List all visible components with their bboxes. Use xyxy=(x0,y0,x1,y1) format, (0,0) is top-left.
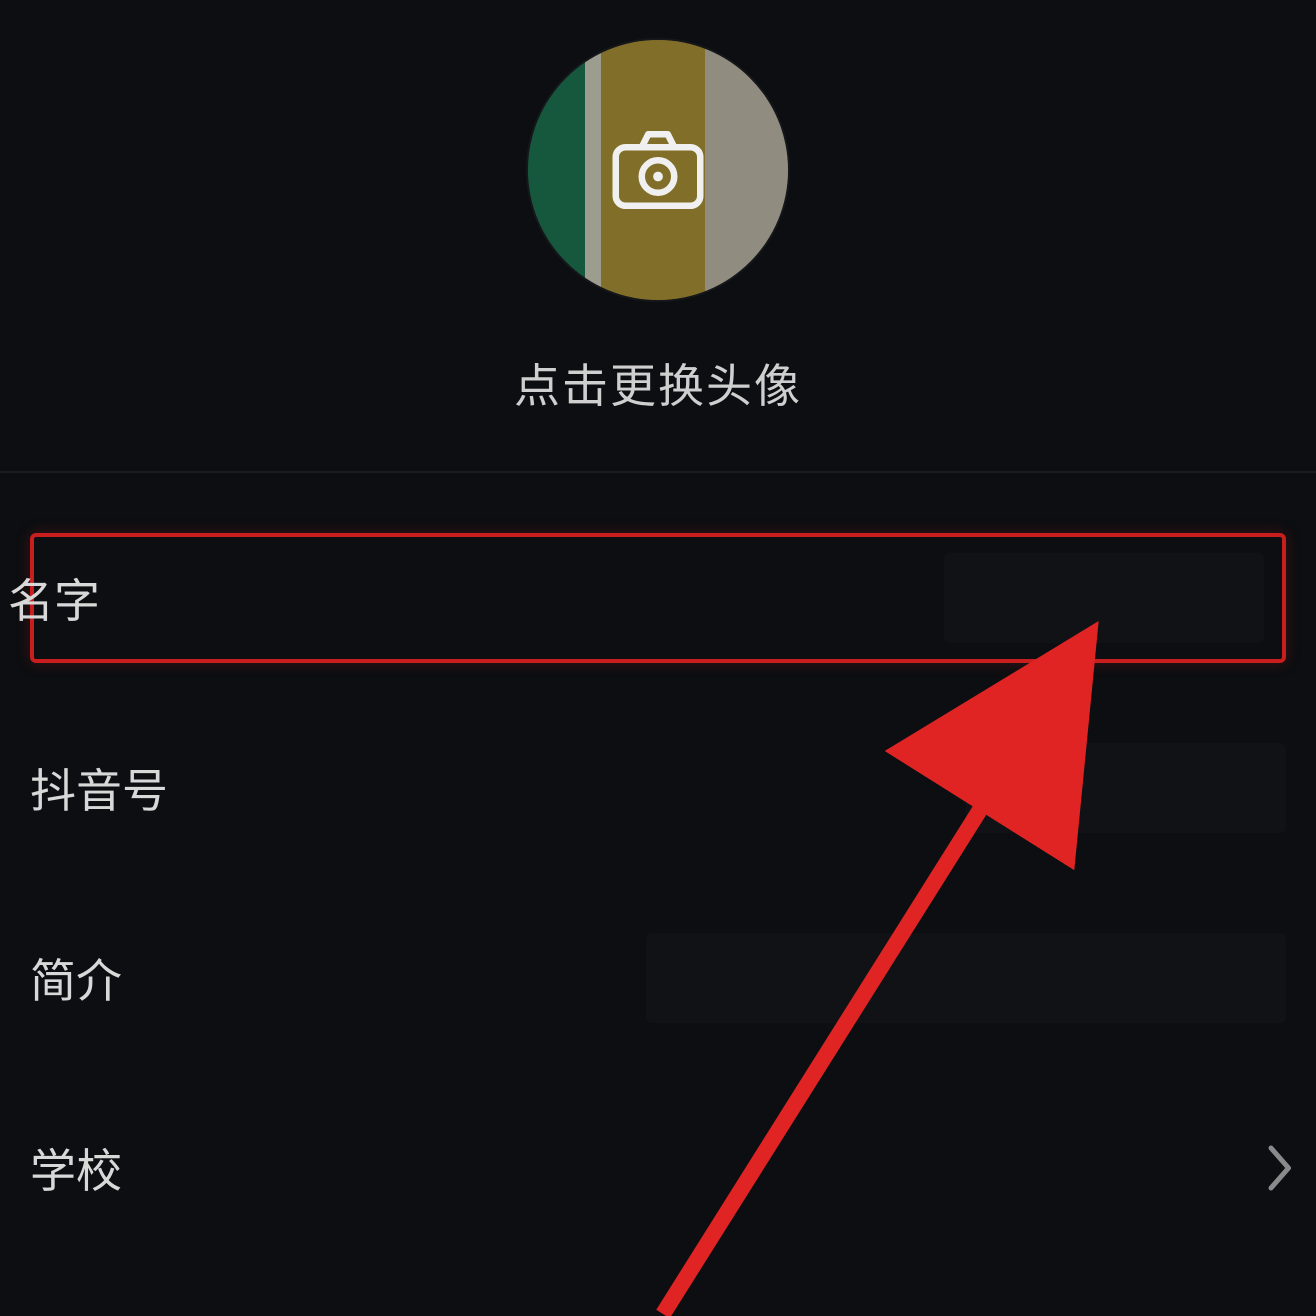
profile-row-douyin-id[interactable]: 抖音号 xyxy=(30,693,1286,883)
camera-icon xyxy=(606,118,710,222)
profile-row-value xyxy=(944,553,1264,643)
profile-row-value xyxy=(966,743,1286,833)
profile-row-label: 学校 xyxy=(30,1135,122,1201)
profile-row-bio[interactable]: 简介 xyxy=(30,883,1286,1073)
profile-row-name[interactable]: 名字 xyxy=(30,533,1286,663)
profile-row-label: 名字 xyxy=(8,565,100,631)
avatar-hint-text: 点击更换头像 xyxy=(514,350,802,416)
section-divider xyxy=(0,471,1316,473)
chevron-right-icon xyxy=(1266,1143,1296,1193)
profile-row-label: 抖音号 xyxy=(30,755,168,821)
avatar-change-button[interactable] xyxy=(528,40,788,300)
profile-row-label: 简介 xyxy=(30,945,122,1011)
profile-row-school[interactable]: 学校 xyxy=(30,1073,1286,1263)
profile-row-value xyxy=(646,933,1286,1023)
